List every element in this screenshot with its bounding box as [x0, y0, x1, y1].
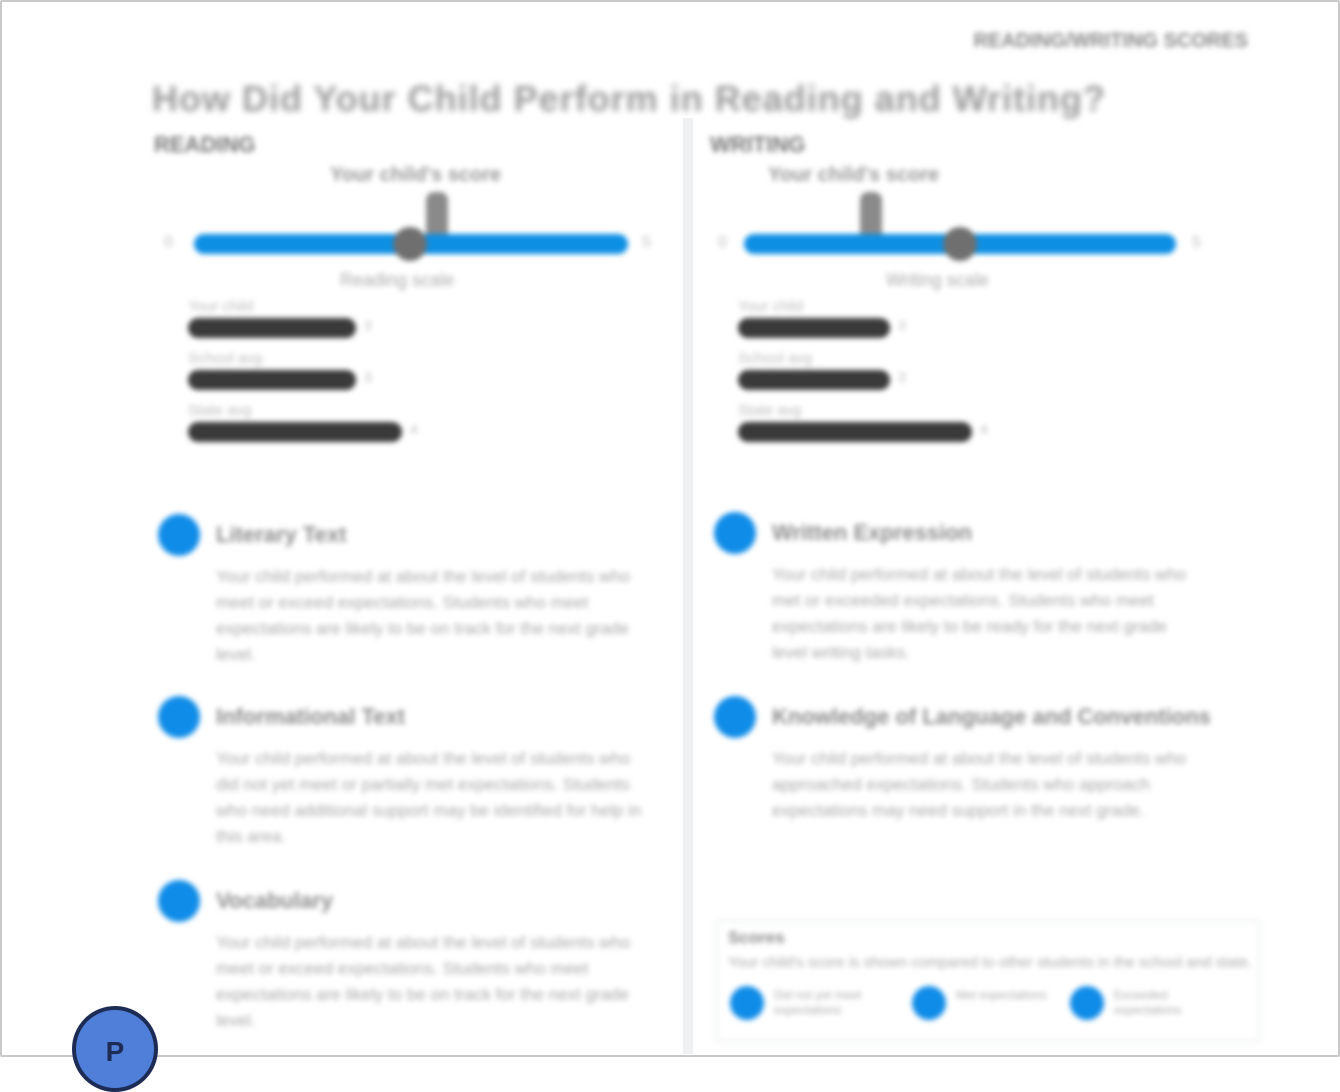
- bullet-dot-icon: [158, 696, 200, 738]
- comparison-bar: [738, 318, 890, 338]
- bullet-text: Your child performed at about the level …: [216, 567, 631, 664]
- bullet-title: Informational Text: [216, 704, 406, 729]
- bar-value: 4: [980, 421, 988, 437]
- header-meta: READING/WRITING SCORES: [973, 30, 1248, 52]
- bar-value: 4: [410, 421, 418, 437]
- bar-label: State avg: [738, 402, 802, 419]
- scale-max-label: 5: [1192, 234, 1201, 251]
- reading-section: READING Your child's score 0 5 Reading s…: [150, 130, 651, 1050]
- bullet-dot-icon: [714, 696, 756, 738]
- scale-min-label: 0: [718, 234, 727, 251]
- key-description: Your child's score is shown compared to …: [728, 954, 1253, 971]
- scale-min-label: 0: [164, 234, 173, 251]
- bullet-text: Your child performed at about the level …: [216, 749, 642, 846]
- key-title: Scores: [728, 928, 785, 947]
- key-dot-icon: [1070, 986, 1104, 1020]
- bar-value: 3: [364, 369, 372, 385]
- key-label: Met expectations: [956, 988, 1047, 1002]
- writing-section: WRITING Your child's score 0 5 Writing s…: [706, 130, 1260, 1050]
- bullet-dot-icon: [158, 880, 200, 922]
- page-title: How Did Your Child Perform in Reading an…: [152, 78, 1107, 119]
- bullet-dot-icon: [158, 514, 200, 556]
- section-title: READING: [154, 132, 256, 157]
- bullet-title: Literary Text: [216, 522, 347, 547]
- bullet-text: Your child performed at about the level …: [772, 749, 1187, 820]
- key-dot-icon: [912, 986, 946, 1020]
- bar-label: Your child: [188, 298, 254, 315]
- bullet-dot-icon: [714, 512, 756, 554]
- comparison-bar: [738, 370, 890, 390]
- bar-label: State avg: [188, 402, 252, 419]
- key-label: Did not yet meet expectations: [774, 988, 862, 1017]
- scale-caption: Reading scale: [340, 270, 455, 290]
- bar-value: 3: [364, 317, 372, 333]
- bullet-text: Your child performed at about the level …: [216, 933, 631, 1030]
- section-title: WRITING: [710, 132, 806, 157]
- bar-label: Your child: [738, 298, 804, 315]
- key-dot-icon: [730, 986, 764, 1020]
- key-label: Exceeded expectations: [1114, 988, 1182, 1017]
- score-thumb: [393, 227, 427, 261]
- bar-value: 3: [898, 317, 906, 333]
- comparison-bar: [188, 318, 356, 338]
- score-caption: Your child's score: [330, 164, 502, 186]
- bar-label: School avg: [738, 350, 813, 367]
- score-caption: Your child's score: [768, 164, 940, 186]
- comparison-bar: [188, 370, 356, 390]
- p-badge-icon[interactable]: P: [72, 1006, 158, 1092]
- bar-value: 3: [898, 369, 906, 385]
- bar-label: School avg: [188, 350, 263, 367]
- bullet-text: Your child performed at about the level …: [772, 565, 1187, 662]
- scale-caption: Writing scale: [886, 270, 989, 290]
- score-key-box: Scores Your child's score is shown compa…: [716, 920, 1260, 1042]
- scale-max-label: 5: [642, 234, 651, 251]
- bullet-title: Written Expression: [772, 520, 973, 545]
- badge-letter: P: [105, 1036, 125, 1067]
- column-divider: [683, 118, 693, 1054]
- score-thumb: [943, 227, 977, 261]
- bullet-title: Knowledge of Language and Conventions: [772, 704, 1211, 729]
- comparison-bar: [188, 422, 402, 442]
- bullet-title: Vocabulary: [216, 888, 333, 913]
- comparison-bar: [738, 422, 972, 442]
